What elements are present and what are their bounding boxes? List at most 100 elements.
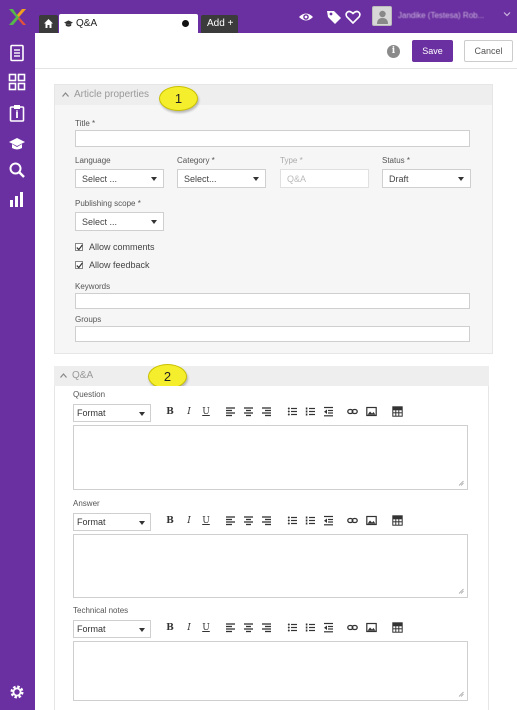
align-center-icon[interactable]	[242, 622, 254, 634]
section-title: Q&A	[72, 370, 94, 381]
allow-comments-label: Allow comments	[89, 242, 155, 252]
align-center-icon[interactable]	[242, 515, 254, 527]
type-field: Q&A	[280, 169, 369, 188]
chevron-down-icon	[151, 177, 157, 181]
bold-button[interactable]: B	[164, 406, 176, 418]
info-icon[interactable]: i	[387, 45, 400, 58]
chevron-down-icon	[253, 177, 259, 181]
allow-comments-checkbox[interactable]	[75, 243, 83, 251]
numbered-list-icon[interactable]	[304, 622, 316, 634]
bullet-list-icon[interactable]	[286, 406, 298, 418]
grid-icon[interactable]	[8, 73, 26, 91]
image-icon[interactable]	[365, 622, 377, 634]
format-select[interactable]: Format	[73, 513, 151, 531]
image-icon[interactable]	[365, 406, 377, 418]
underline-button[interactable]: U	[200, 622, 212, 634]
allow-feedback-checkbox[interactable]	[75, 261, 83, 269]
tab-qa[interactable]: Q&A	[59, 14, 198, 33]
align-right-icon[interactable]	[260, 406, 272, 418]
resize-grip-icon[interactable]	[458, 588, 464, 594]
align-center-icon[interactable]	[242, 406, 254, 418]
numbered-list-icon[interactable]	[304, 406, 316, 418]
check-icon	[76, 262, 83, 269]
image-icon[interactable]	[365, 515, 377, 527]
groups-input[interactable]	[75, 326, 470, 342]
settings-icon[interactable]	[8, 683, 26, 701]
table-icon[interactable]	[391, 622, 403, 634]
heart-icon[interactable]	[345, 9, 361, 25]
italic-button[interactable]: I	[183, 622, 195, 634]
home-tab[interactable]	[39, 15, 58, 33]
resize-grip-icon[interactable]	[458, 691, 464, 697]
title-input[interactable]	[75, 130, 470, 147]
keywords-label: Keywords	[75, 282, 111, 291]
underline-button[interactable]: U	[200, 406, 212, 418]
cancel-button[interactable]: Cancel	[464, 40, 513, 62]
category-select[interactable]: Select...	[177, 169, 266, 188]
editor-label: Question	[73, 390, 106, 399]
editor-toolbar: Format B I U	[73, 404, 468, 422]
qa-section-header[interactable]: Q&A	[54, 366, 489, 386]
editor-toolbar: Format B I U	[73, 620, 468, 638]
logo-icon[interactable]	[7, 7, 27, 27]
callout-1: 1	[159, 86, 198, 111]
language-select-value: Select ...	[82, 174, 118, 184]
chevron-down-icon[interactable]	[503, 10, 511, 18]
bullet-list-icon[interactable]	[286, 622, 298, 634]
align-left-icon[interactable]	[224, 622, 236, 634]
bold-button[interactable]: B	[164, 622, 176, 634]
article-properties-header[interactable]: Article properties	[55, 85, 492, 105]
graduation-cap-icon[interactable]	[8, 135, 26, 153]
align-left-icon[interactable]	[224, 406, 236, 418]
align-right-icon[interactable]	[260, 515, 272, 527]
format-select-value: Format	[77, 517, 106, 527]
language-select[interactable]: Select ...	[75, 169, 164, 188]
link-icon[interactable]	[346, 515, 358, 527]
graduation-cap-icon	[64, 20, 73, 27]
editor-text-area[interactable]	[73, 534, 468, 598]
keywords-input[interactable]	[75, 293, 470, 309]
publishing-scope-select[interactable]: Select ...	[75, 212, 164, 231]
language-label: Language	[75, 156, 111, 165]
status-select[interactable]: Draft	[382, 169, 471, 188]
outdent-icon[interactable]	[322, 406, 334, 418]
chevron-up-icon	[60, 373, 67, 378]
align-left-icon[interactable]	[224, 515, 236, 527]
user-name[interactable]: Jandike (Testesa) Rob...	[398, 11, 498, 20]
underline-button[interactable]: U	[200, 515, 212, 527]
italic-button[interactable]: I	[183, 406, 195, 418]
document-icon[interactable]	[8, 44, 26, 62]
add-tab-button[interactable]: Add +	[201, 15, 238, 33]
numbered-list-icon[interactable]	[304, 515, 316, 527]
chevron-down-icon	[139, 628, 145, 632]
unsaved-dot	[182, 20, 189, 27]
section-title: Article properties	[74, 89, 150, 100]
table-icon[interactable]	[391, 406, 403, 418]
eye-icon[interactable]	[298, 9, 314, 25]
link-icon[interactable]	[346, 406, 358, 418]
save-button[interactable]: Save	[412, 40, 453, 62]
italic-button[interactable]: I	[183, 515, 195, 527]
editor-text-area[interactable]	[73, 425, 468, 490]
editor-label: Technical notes	[73, 606, 129, 615]
editor-text-area[interactable]	[73, 641, 468, 701]
align-right-icon[interactable]	[260, 622, 272, 634]
user-avatar[interactable]	[372, 6, 392, 26]
bullet-list-icon[interactable]	[286, 515, 298, 527]
format-select[interactable]: Format	[73, 620, 151, 638]
status-select-value: Draft	[389, 174, 409, 184]
type-label: Type *	[280, 156, 303, 165]
outdent-icon[interactable]	[322, 515, 334, 527]
table-icon[interactable]	[391, 515, 403, 527]
bar-chart-icon[interactable]	[8, 190, 26, 208]
format-select[interactable]: Format	[73, 404, 151, 422]
resize-grip-icon[interactable]	[458, 480, 464, 486]
search-icon[interactable]	[8, 161, 26, 179]
publishing-scope-select-value: Select ...	[82, 217, 118, 227]
outdent-icon[interactable]	[322, 622, 334, 634]
bold-button[interactable]: B	[164, 515, 176, 527]
format-select-value: Format	[77, 408, 106, 418]
tag-icon[interactable]	[326, 9, 342, 25]
link-icon[interactable]	[346, 622, 358, 634]
clipboard-icon[interactable]	[8, 104, 26, 122]
